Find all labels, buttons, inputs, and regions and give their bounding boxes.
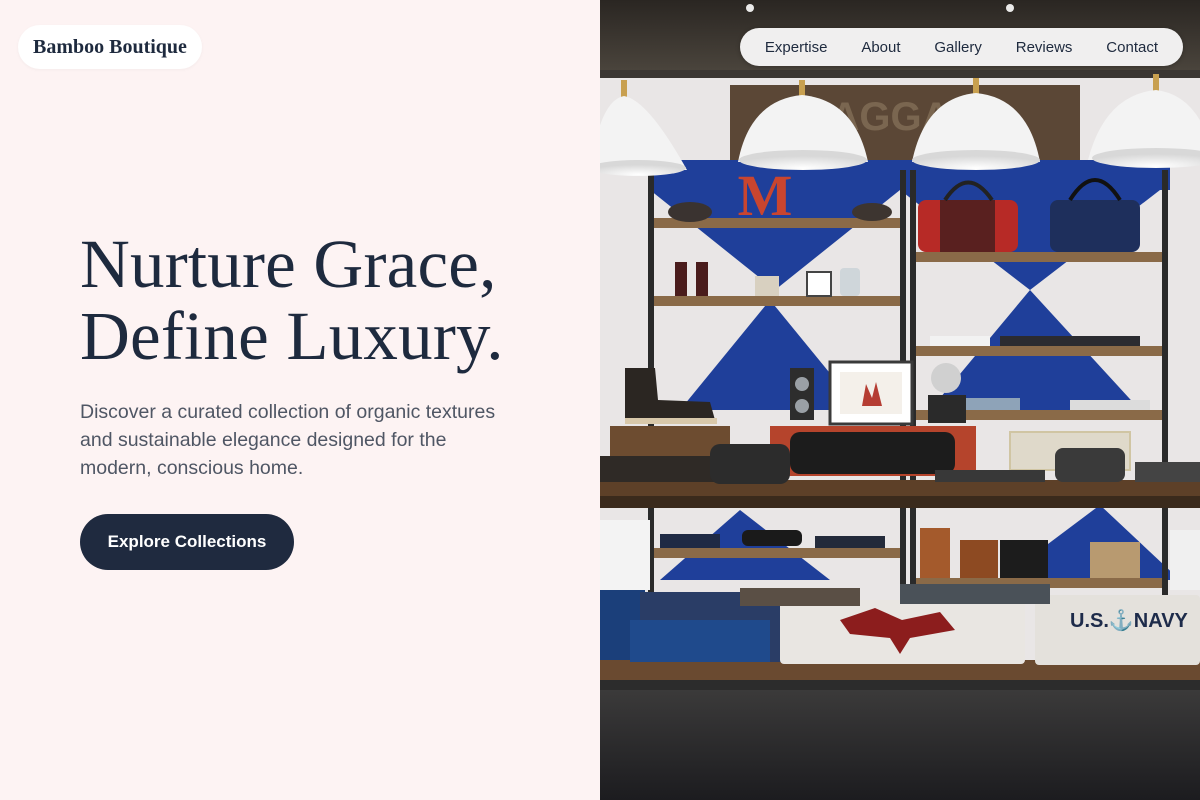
hero-title-line-2: Define Luxury. bbox=[80, 298, 504, 374]
nav-item-contact[interactable]: Contact bbox=[1098, 39, 1166, 56]
explore-collections-button[interactable]: Explore Collections bbox=[80, 514, 294, 570]
camera-icon bbox=[790, 368, 814, 420]
brand-logo[interactable]: Bamboo Boutique bbox=[18, 25, 202, 69]
main-nav: Expertise About Gallery Reviews Contact bbox=[740, 28, 1183, 66]
nav-item-about[interactable]: About bbox=[853, 39, 908, 56]
nav-item-expertise[interactable]: Expertise bbox=[757, 39, 836, 56]
letter-sign: M bbox=[738, 163, 793, 228]
hero-panel: Bamboo Boutique Nurture Grace, Define Lu… bbox=[0, 0, 600, 800]
hero-title-line-1: Nurture Grace, bbox=[80, 226, 497, 302]
nav-item-gallery[interactable]: Gallery bbox=[926, 39, 990, 56]
nav-item-reviews[interactable]: Reviews bbox=[1008, 39, 1081, 56]
hero-title: Nurture Grace, Define Luxury. bbox=[80, 228, 504, 372]
hero-subtitle: Discover a curated collection of organic… bbox=[80, 401, 496, 479]
shirt-print: U.S.⚓NAVY bbox=[1070, 608, 1189, 632]
store-photo: BAGGAGE M U.S.⚓NAVY bbox=[600, 0, 1200, 800]
